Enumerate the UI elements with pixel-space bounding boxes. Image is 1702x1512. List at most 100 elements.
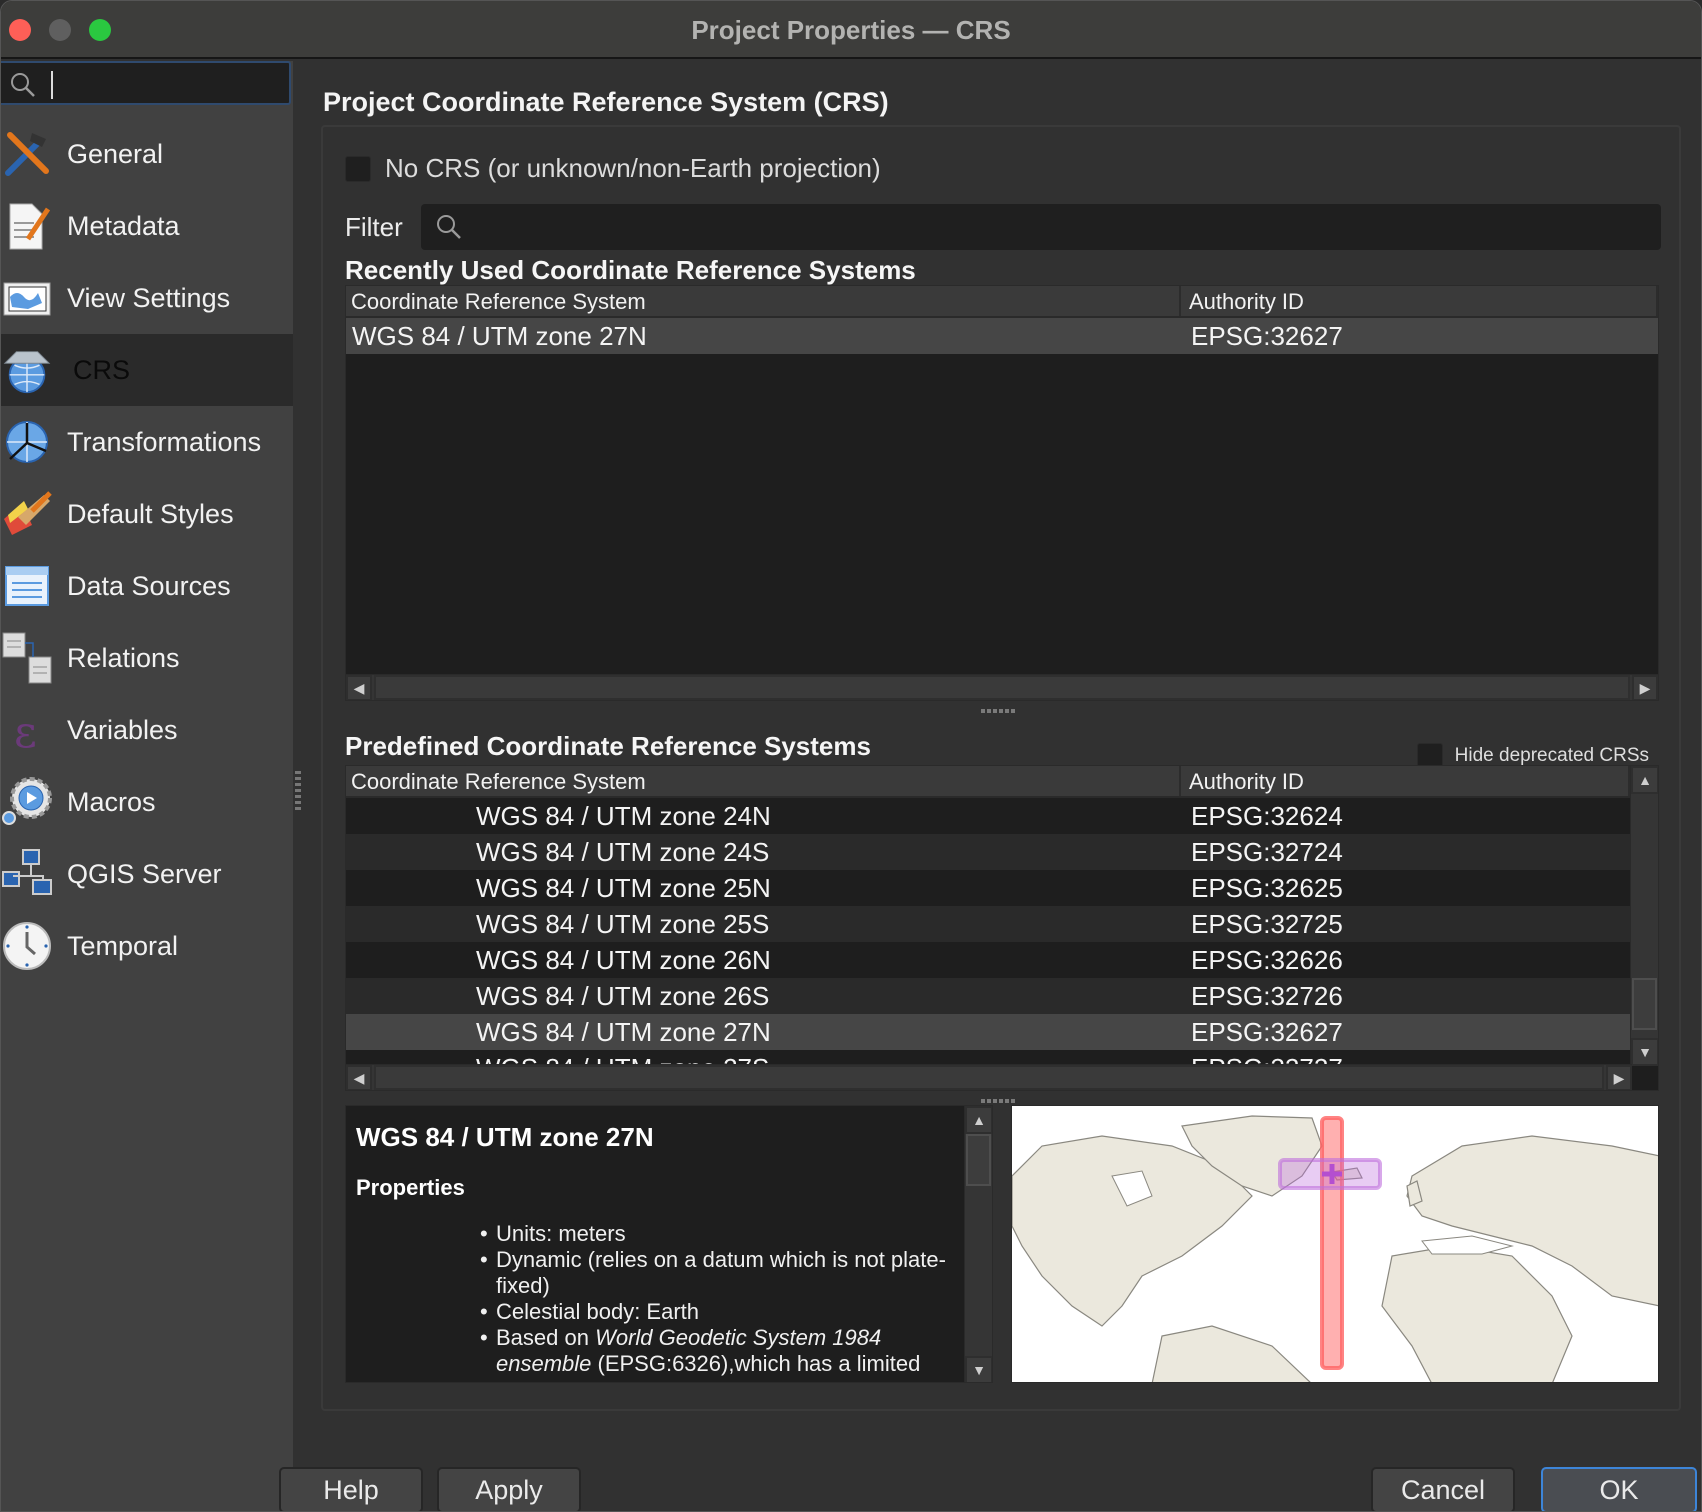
- apply-button[interactable]: Apply: [437, 1467, 581, 1511]
- property-item: Based on World Geodetic System 1984 ense…: [480, 1325, 946, 1377]
- column-header-crs[interactable]: Coordinate Reference System: [346, 766, 1181, 796]
- search-icon: [11, 73, 35, 97]
- authority-id-cell: EPSG:32627: [1191, 320, 1343, 351]
- scroll-up-arrow-icon[interactable]: ▲: [1631, 766, 1658, 794]
- sidebar-item-label: General: [67, 138, 164, 169]
- sidebar-list: General Metadata View Settings CRS Trans…: [1, 118, 293, 982]
- table-icon: [1, 560, 53, 612]
- crs-name-cell: WGS 84 / UTM zone 26N: [476, 944, 771, 975]
- scroll-right-arrow-icon[interactable]: ▶: [1632, 675, 1658, 700]
- sidebar-item-temporal[interactable]: Temporal: [1, 910, 293, 982]
- crs-name-cell: WGS 84 / UTM zone 27N: [352, 320, 647, 351]
- table-row[interactable]: WGS 84 / UTM zone 24N EPSG:32624: [346, 798, 1630, 834]
- property-item: Dynamic (relies on a datum which is not …: [480, 1247, 946, 1299]
- scroll-right-arrow-icon[interactable]: ▶: [1606, 1065, 1632, 1090]
- sidebar-item-label: Temporal: [67, 930, 179, 961]
- crs-details-panel: WGS 84 / UTM zone 27N Properties Units: …: [345, 1105, 993, 1383]
- utm-zone-extent: [1320, 1116, 1344, 1370]
- mediterranean-sea: [1421, 1235, 1514, 1255]
- table-row[interactable]: WGS 84 / UTM zone 27N EPSG:32627: [346, 318, 1658, 354]
- scroll-left-arrow-icon[interactable]: ◀: [346, 1065, 372, 1090]
- property-text: (EPSG:6326),which has a limited: [591, 1351, 921, 1376]
- scroll-down-arrow-icon[interactable]: ▼: [1631, 1038, 1658, 1066]
- globe-projection-icon: [1, 344, 53, 396]
- authority-id-cell: EPSG:32726: [1191, 980, 1343, 1011]
- globe-transform-icon: [1, 416, 53, 468]
- recent-crs-table: Coordinate Reference System Authority ID…: [345, 285, 1659, 701]
- gear-play-icon: [1, 776, 53, 828]
- details-properties-heading: Properties: [356, 1175, 465, 1200]
- filter-input[interactable]: [421, 204, 1661, 250]
- sidebar-item-label: QGIS Server: [67, 858, 222, 889]
- predefined-horizontal-scrollbar[interactable]: ◀ ▶: [346, 1064, 1632, 1090]
- scrollbar-thumb[interactable]: [1632, 978, 1657, 1030]
- authority-id-cell: EPSG:32625: [1191, 872, 1343, 903]
- table-row[interactable]: WGS 84 / UTM zone 24S EPSG:32724: [346, 834, 1630, 870]
- scrollbar-track[interactable]: [374, 1065, 1604, 1090]
- crs-name-cell: WGS 84 / UTM zone 25S: [476, 908, 770, 939]
- table-row[interactable]: WGS 84 / UTM zone 26N EPSG:32626: [346, 942, 1630, 978]
- details-vertical-scrollbar[interactable]: ▲ ▼: [964, 1106, 992, 1382]
- table-row-selected[interactable]: WGS 84 / UTM zone 27N EPSG:32627: [346, 1014, 1630, 1050]
- search-icon: [437, 215, 461, 239]
- table-row[interactable]: WGS 84 / UTM zone 25S EPSG:32725: [346, 906, 1630, 942]
- sidebar-item-label: Macros: [67, 786, 156, 817]
- ok-button[interactable]: OK: [1541, 1467, 1697, 1511]
- text-cursor: [51, 71, 53, 99]
- sidebar-item-macros[interactable]: Macros: [1, 766, 293, 838]
- table-row[interactable]: WGS 84 / UTM zone 27S EPSG:32727: [346, 1050, 1630, 1064]
- filter-label: Filter: [345, 211, 403, 242]
- filter-row: Filter: [345, 203, 1661, 251]
- document-pencil-icon: [1, 200, 53, 252]
- sidebar-item-variables[interactable]: ε Variables: [1, 694, 293, 766]
- south-america-landmass: [1151, 1325, 1311, 1382]
- sidebar-item-transformations[interactable]: Transformations: [1, 406, 293, 478]
- relations-icon: [1, 632, 53, 684]
- scroll-left-arrow-icon[interactable]: ◀: [346, 675, 372, 700]
- crs-name-cell: WGS 84 / UTM zone 27S: [346, 1053, 1181, 1065]
- scrollbar-thumb[interactable]: [966, 1134, 991, 1186]
- cancel-button[interactable]: Cancel: [1371, 1467, 1515, 1511]
- crs-name-cell: WGS 84 / UTM zone 24N: [476, 800, 771, 831]
- sidebar-item-relations[interactable]: Relations: [1, 622, 293, 694]
- details-splitter-handle[interactable]: [981, 1099, 1017, 1103]
- sidebar-item-default-styles[interactable]: Default Styles: [1, 478, 293, 550]
- authority-id-cell: EPSG:32724: [1191, 836, 1343, 867]
- authority-id-cell: EPSG:32627: [1191, 1016, 1343, 1047]
- crs-name-cell: WGS 84 / UTM zone 24S: [476, 836, 770, 867]
- sidebar-item-label: Variables: [67, 714, 178, 745]
- predefined-vertical-scrollbar[interactable]: ▲ ▼: [1630, 766, 1658, 1066]
- predefined-crs-table: Coordinate Reference System Authority ID…: [345, 765, 1659, 1091]
- column-header-authority-id[interactable]: Authority ID: [1181, 286, 1658, 316]
- no-crs-checkbox[interactable]: [345, 155, 371, 182]
- main-panel: Project Coordinate Reference System (CRS…: [279, 61, 1701, 1511]
- scroll-down-arrow-icon[interactable]: ▼: [965, 1356, 992, 1382]
- no-crs-checkbox-row[interactable]: No CRS (or unknown/non-Earth projection): [345, 153, 881, 184]
- window-title: Project Properties — CRS: [691, 15, 1011, 45]
- sidebar-item-qgis-server[interactable]: QGIS Server: [1, 838, 293, 910]
- recent-horizontal-scrollbar[interactable]: ◀ ▶: [346, 674, 1658, 700]
- sidebar-item-label: Transformations: [67, 426, 262, 457]
- map-view-icon: [1, 272, 53, 324]
- sidebar-item-metadata[interactable]: Metadata: [1, 190, 293, 262]
- paintbrush-icon: [1, 488, 53, 540]
- table-row[interactable]: WGS 84 / UTM zone 26S EPSG:32726: [346, 978, 1630, 1014]
- sidebar-item-view-settings[interactable]: View Settings: [1, 262, 293, 334]
- page-title: Project Coordinate Reference System (CRS…: [323, 87, 889, 117]
- sidebar-search-input[interactable]: [1, 61, 291, 105]
- details-content: WGS 84 / UTM zone 27N Properties Units: …: [356, 1114, 946, 1377]
- sidebar-item-label: Relations: [67, 642, 180, 673]
- column-header-crs[interactable]: Coordinate Reference System: [346, 286, 1181, 316]
- sidebar-item-crs[interactable]: CRS: [1, 334, 293, 406]
- epsilon-icon: ε: [1, 704, 53, 756]
- scrollbar-track[interactable]: [374, 675, 1630, 700]
- help-button[interactable]: Help: [279, 1467, 423, 1511]
- table-splitter-handle[interactable]: [981, 709, 1017, 713]
- svg-text:ε: ε: [14, 707, 37, 755]
- sidebar-item-data-sources[interactable]: Data Sources: [1, 550, 293, 622]
- sidebar-item-general[interactable]: General: [1, 118, 293, 190]
- scroll-up-arrow-icon[interactable]: ▲: [965, 1106, 992, 1134]
- column-header-authority-id[interactable]: Authority ID: [1181, 766, 1630, 796]
- project-properties-window: Project Properties — CRS General Metadat…: [0, 0, 1702, 1512]
- table-row[interactable]: WGS 84 / UTM zone 25N EPSG:32625: [346, 870, 1630, 906]
